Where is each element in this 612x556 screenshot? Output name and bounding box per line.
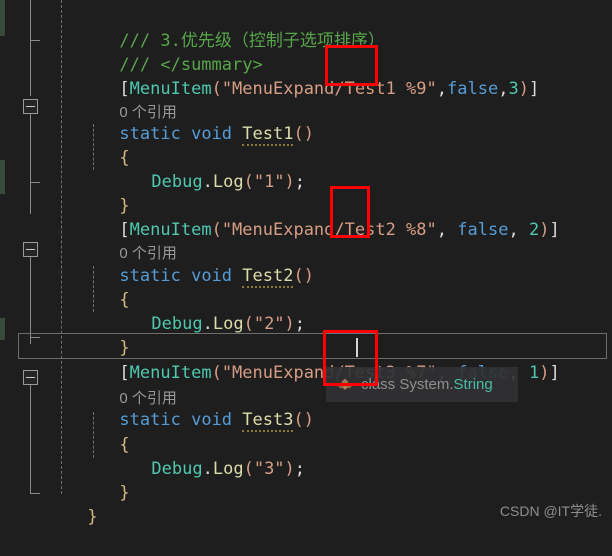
method-log[interactable]: Log — [213, 314, 244, 334]
text-caret — [356, 338, 358, 357]
quick-info-tooltip: class System.String — [326, 367, 518, 402]
paren-open: ( — [243, 314, 254, 334]
brace-close: } — [119, 483, 130, 503]
paren-open: ( — [211, 363, 222, 383]
keyword-false: false — [457, 220, 509, 240]
comma: , — [498, 79, 509, 99]
paren-close: ) — [539, 363, 550, 383]
code-line-open-brace-test3[interactable]: { — [0, 406, 129, 455]
method-name-test3[interactable]: Test3 — [242, 410, 294, 432]
paren-close: ) — [303, 410, 314, 430]
tooltip-keyword: class — [361, 376, 400, 393]
comma: , — [436, 220, 447, 240]
paren-open: ( — [293, 124, 304, 144]
code-line-close-brace-class[interactable]: } — [0, 478, 97, 527]
keyword-void: void — [191, 266, 233, 286]
code-editor-surface[interactable]: /// 3.优先级（控制子选项排序） /// </summary> [MenuI… — [0, 0, 612, 529]
dot: . — [202, 172, 213, 192]
dot: . — [202, 314, 213, 334]
method-log[interactable]: Log — [213, 172, 244, 192]
semicolon: ; — [294, 172, 306, 192]
semicolon: ; — [294, 459, 306, 479]
code-line-debug-log-3[interactable]: Debug.Log("3"); — [0, 430, 305, 479]
keyword-void: void — [191, 124, 233, 144]
log-string-3: "3" — [253, 459, 285, 479]
code-text-area[interactable]: /// 3.优先级（控制子选项排序） /// </summary> [MenuI… — [0, 0, 612, 529]
brace-close: } — [87, 507, 98, 527]
bracket-close: ] — [549, 220, 560, 240]
code-line-comment-summary-close[interactable]: /// </summary> — [0, 26, 262, 75]
comma: , — [436, 79, 447, 99]
watermark: CSDN @IT学徒. — [499, 503, 602, 519]
code-line-comment-priority[interactable]: /// 3.优先级（控制子选项排序） — [0, 2, 384, 51]
code-line-debug-log-1[interactable]: Debug.Log("1"); — [0, 143, 305, 192]
type-debug: Debug — [151, 172, 203, 192]
paren-close: ) — [284, 459, 295, 479]
paren-close: ) — [518, 79, 529, 99]
bracket-close: ] — [549, 363, 560, 383]
code-line-signature-test1[interactable]: static void Test1() — [0, 95, 314, 146]
type-debug: Debug — [151, 459, 203, 479]
paren-close: ) — [303, 266, 314, 286]
paren-close: ) — [284, 314, 295, 334]
keyword-void: void — [191, 410, 233, 430]
paren-close: ) — [303, 124, 314, 144]
paren-open: ( — [293, 266, 304, 286]
paren-open: ( — [243, 172, 254, 192]
log-string-1: "1" — [253, 172, 285, 192]
tooltip-namespace: System. — [399, 376, 454, 393]
paren-close: ) — [539, 220, 550, 240]
code-line-open-brace-test1[interactable]: { — [0, 119, 129, 168]
keyword-false: false — [447, 79, 499, 99]
semicolon: ; — [294, 314, 306, 334]
code-line-signature-test2[interactable]: static void Test2() — [0, 237, 314, 288]
tooltip-classname: String — [453, 376, 493, 393]
dot: . — [202, 459, 213, 479]
code-line-attribute-test3[interactable]: [MenuItem("MenuExpand/Test3 %7", false, … — [0, 334, 559, 383]
comma: , — [508, 220, 519, 240]
paren-open: ( — [243, 459, 254, 479]
code-line-close-brace-test1[interactable]: } — [0, 167, 129, 216]
tooltip-text: class System.String — [361, 376, 493, 393]
priority-number-test3: 1 — [528, 363, 540, 383]
paren-open: ( — [293, 410, 304, 430]
code-line-close-brace-test3[interactable]: } — [0, 454, 129, 503]
priority-number-test2: 2 — [528, 220, 540, 240]
priority-number-test1: 3 — [508, 79, 519, 99]
type-debug: Debug — [151, 314, 203, 334]
class-icon — [336, 376, 354, 394]
bracket-close: ] — [528, 79, 540, 99]
code-line-signature-test3[interactable]: static void Test3() — [0, 381, 314, 432]
method-log[interactable]: Log — [213, 459, 244, 479]
code-line-open-brace-test2[interactable]: { — [0, 261, 129, 310]
code-line-debug-log-2[interactable]: Debug.Log("2"); — [0, 285, 305, 334]
paren-close: ) — [284, 172, 295, 192]
log-string-2: "2" — [253, 314, 285, 334]
code-line-close-brace-test2[interactable]: } — [0, 309, 129, 358]
